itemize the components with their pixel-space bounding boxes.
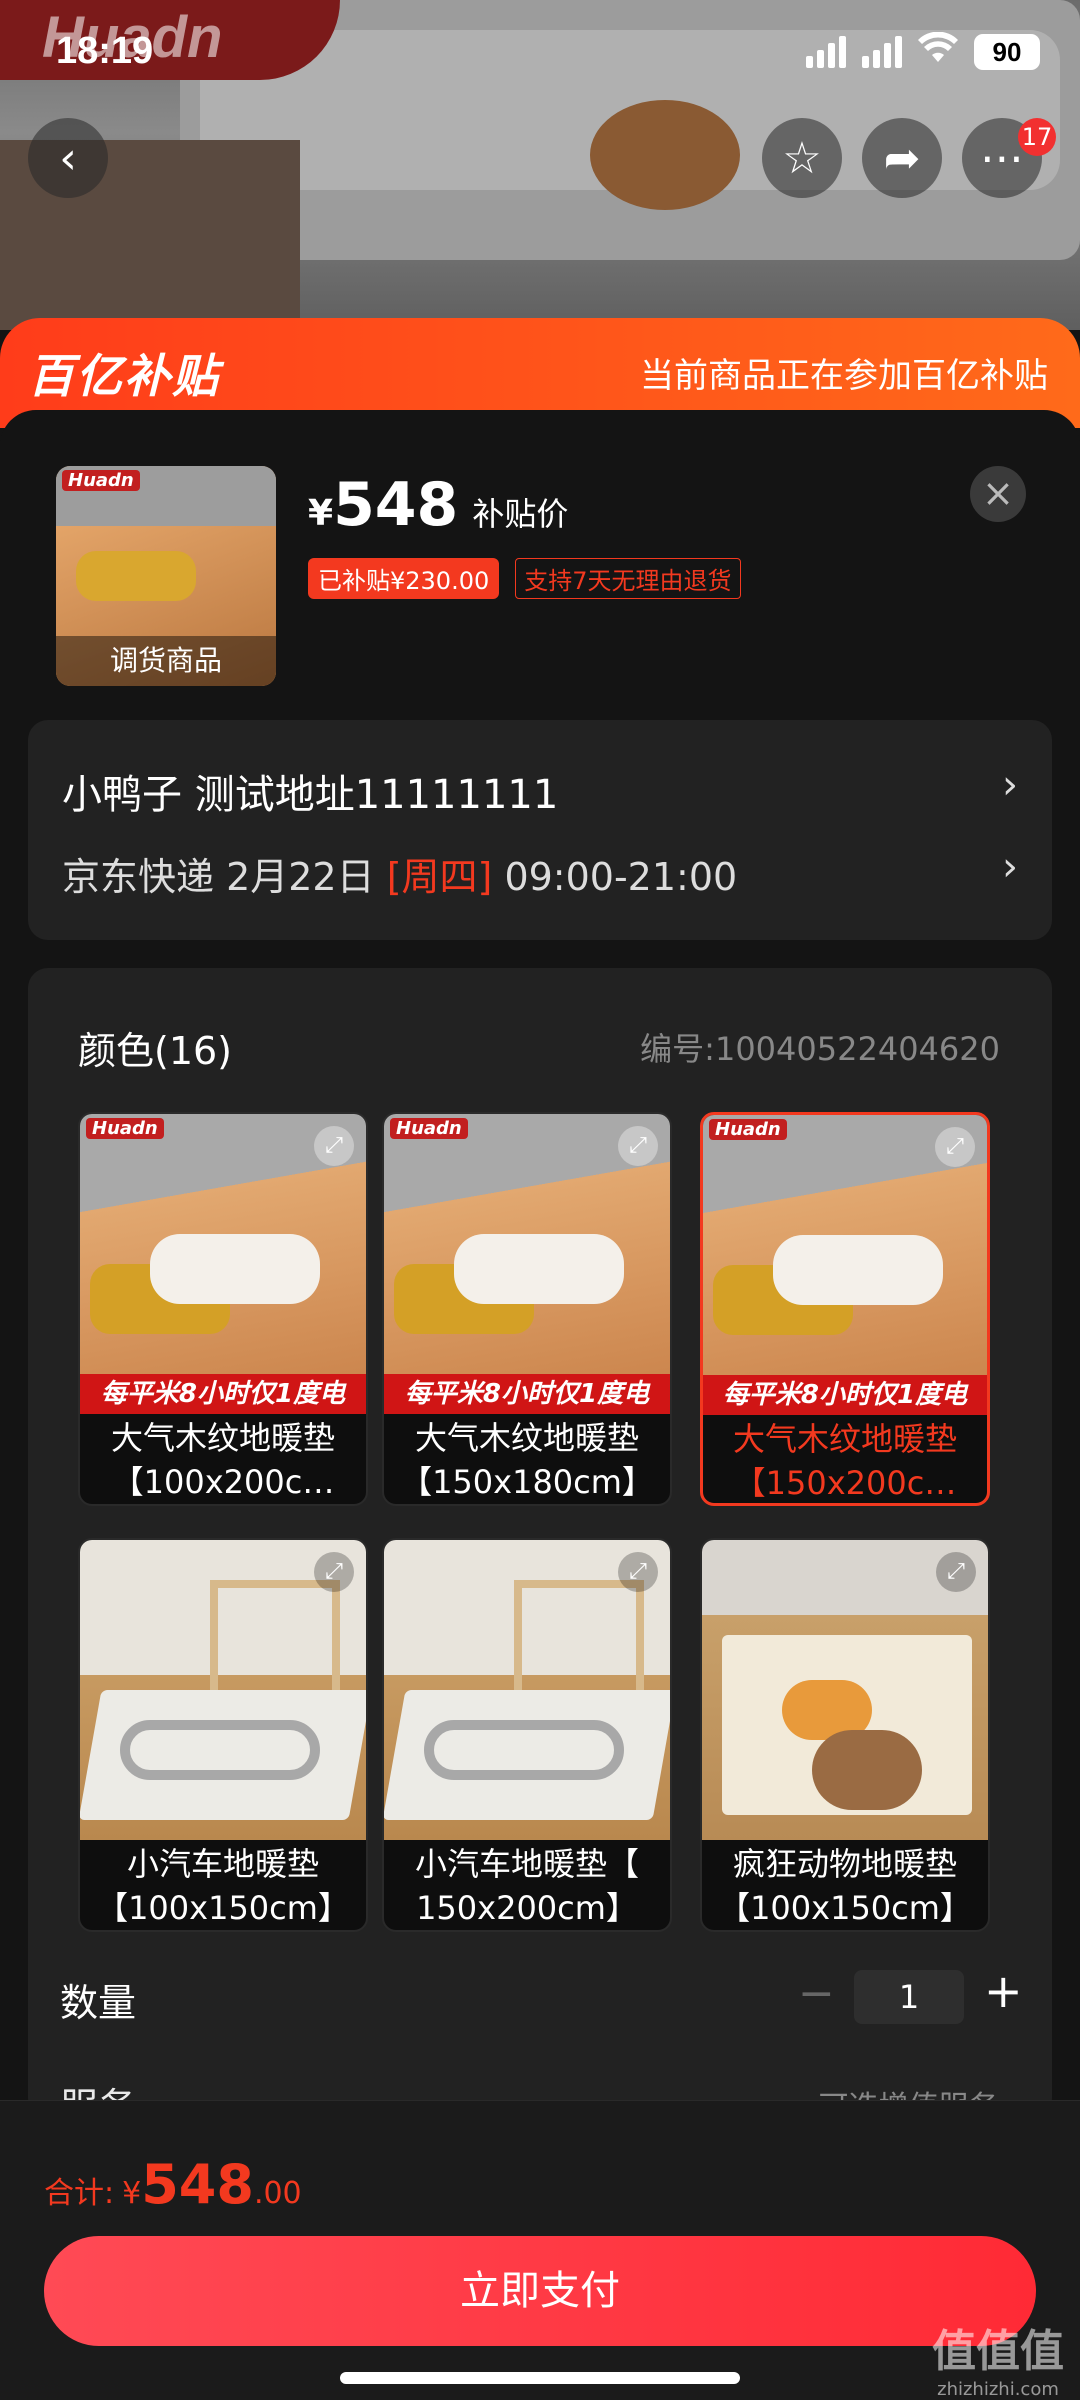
- shipping-weekday: [周四]: [386, 855, 493, 899]
- variant-caption: 大气木纹地暖垫 【150x200c…: [703, 1415, 987, 1503]
- return-policy-chip: 支持7天无理由退货: [515, 558, 741, 599]
- variant-name: 疯狂动物地暖垫: [732, 1845, 957, 1883]
- variant-tile[interactable]: ⤢ 小汽车地暖垫 【100x150cm】: [78, 1538, 368, 1932]
- variant-image: ⤢: [80, 1540, 366, 1840]
- variant-name: 大气木纹地暖垫: [732, 1420, 957, 1458]
- checkout-bar: 合计: ¥ 548 .00 立即支付: [0, 2100, 1080, 2400]
- expand-icon[interactable]: ⤢: [314, 1126, 354, 1166]
- signal-icon: [806, 36, 846, 68]
- expand-icon[interactable]: ⤢: [314, 1552, 354, 1592]
- variant-size: 【100x200c…: [111, 1463, 335, 1501]
- variant-tile[interactable]: Huadn ⤢ 每平米8小时仅1度电 大气木纹地暖垫 【100x200c…: [78, 1112, 368, 1506]
- variant-name: 小汽车地暖垫: [126, 1845, 319, 1883]
- variant-size: 【150x180cm】: [400, 1463, 654, 1501]
- variant-caption: 小汽车地暖垫 【100x150cm】: [80, 1840, 366, 1930]
- person-graphic: [454, 1234, 624, 1304]
- total-integer: 548: [141, 2153, 254, 2216]
- status-time: 18:19: [56, 30, 154, 72]
- thumb-blanket: [76, 551, 196, 601]
- close-icon[interactable]: ×: [970, 466, 1026, 522]
- watermark-en: zhizhizhi.com: [937, 2379, 1059, 2400]
- tile-brand: Huadn: [390, 1118, 468, 1139]
- variant-tile[interactable]: ⤢ 小汽车地暖垫【 150x200cm】: [382, 1538, 672, 1932]
- quantity-input[interactable]: 1: [854, 1970, 964, 2024]
- variant-size: 150x200cm】: [416, 1889, 638, 1927]
- dog-graphic: [590, 100, 740, 210]
- promo-strip: 每平米8小时仅1度电: [80, 1374, 366, 1414]
- variant-tile-selected[interactable]: Huadn ⤢ 每平米8小时仅1度电 大气木纹地暖垫 【150x200c…: [700, 1112, 990, 1506]
- thumb-brand: Huadn: [62, 470, 140, 491]
- price-tag: 补贴价: [472, 495, 569, 533]
- total-label: 合计:: [44, 2176, 115, 2211]
- pay-now-button[interactable]: 立即支付: [44, 2236, 1036, 2346]
- home-indicator[interactable]: [340, 2372, 740, 2384]
- variant-name: 大气木纹地暖垫: [414, 1419, 639, 1457]
- bear-graphic: [812, 1730, 922, 1810]
- tile-brand: Huadn: [709, 1119, 787, 1140]
- road-graphic: [424, 1720, 624, 1780]
- notification-badge: 17: [1018, 118, 1056, 156]
- tile-brand: Huadn: [86, 1118, 164, 1139]
- promo-chips: 已补贴¥230.00 支持7天无理由退货: [308, 558, 741, 599]
- expand-icon[interactable]: ⤢: [618, 1126, 658, 1166]
- person-graphic: [773, 1235, 943, 1305]
- watermark-cn: 值值值: [932, 2326, 1064, 2377]
- shipping-prefix: 京东快递 2月22日: [62, 855, 387, 899]
- sku-number: 编号:10040522404620: [640, 1030, 1000, 1068]
- variant-image: ⤢: [702, 1540, 988, 1840]
- total-decimal: .00: [253, 2176, 302, 2211]
- price-value: 548: [333, 470, 459, 540]
- site-watermark: 值值值 zhizhizhi.com: [932, 2315, 1064, 2400]
- shipping-line[interactable]: 京东快递 2月22日 [周四] 09:00-21:00: [62, 846, 737, 901]
- variant-caption: 疯狂动物地暖垫 【100x150cm】: [702, 1840, 988, 1930]
- variant-tile[interactable]: Huadn ⤢ 每平米8小时仅1度电 大气木纹地暖垫 【150x180cm】: [382, 1112, 672, 1506]
- chevron-right-icon: ›: [1002, 844, 1018, 890]
- subsidy-logo: 百亿补贴: [28, 349, 220, 403]
- address-line: 小鸭子 测试地址11111111: [62, 772, 559, 818]
- cellular-icon: [862, 36, 902, 68]
- person-graphic: [150, 1234, 320, 1304]
- total-price: 合计: ¥ 548 .00: [44, 2153, 302, 2216]
- wifi-icon: [918, 31, 958, 73]
- price-row: ¥ 548 补贴价: [308, 470, 568, 540]
- variant-size: 【150x200c…: [733, 1464, 957, 1502]
- thumb-label: 调货商品: [56, 636, 276, 686]
- expand-icon[interactable]: ⤢: [935, 1127, 975, 1167]
- promo-strip: 每平米8小时仅1度电: [703, 1375, 987, 1415]
- status-icons: 90: [806, 30, 1040, 74]
- quantity-minus-button[interactable]: −: [798, 1968, 835, 2019]
- variant-caption: 大气木纹地暖垫 【100x200c…: [80, 1414, 366, 1504]
- variant-image: Huadn ⤢ 每平米8小时仅1度电: [703, 1115, 987, 1415]
- promo-strip: 每平米8小时仅1度电: [384, 1374, 670, 1414]
- road-graphic: [120, 1720, 320, 1780]
- expand-icon[interactable]: ⤢: [936, 1552, 976, 1592]
- color-title: 颜色(16): [78, 1029, 233, 1073]
- address-card[interactable]: 小鸭子 测试地址11111111 › 京东快递 2月22日 [周四] 09:00…: [28, 720, 1052, 940]
- variant-image: Huadn ⤢ 每平米8小时仅1度电: [80, 1114, 366, 1414]
- chevron-right-icon: ›: [1002, 762, 1018, 808]
- quantity-plus-button[interactable]: +: [984, 1964, 1023, 2018]
- variant-caption: 大气木纹地暖垫 【150x180cm】: [384, 1414, 670, 1504]
- shipping-time: 09:00-21:00: [492, 855, 738, 899]
- variant-name: 大气木纹地暖垫: [110, 1419, 335, 1457]
- variant-tile[interactable]: ⤢ 疯狂动物地暖垫 【100x150cm】: [700, 1538, 990, 1932]
- back-icon[interactable]: ‹: [28, 118, 108, 198]
- expand-icon[interactable]: ⤢: [618, 1552, 658, 1592]
- quantity-label: 数量: [60, 1981, 137, 2025]
- price-symbol: ¥: [308, 493, 334, 534]
- variant-caption: 小汽车地暖垫【 150x200cm】: [384, 1840, 670, 1930]
- variant-size: 【100x150cm】: [96, 1889, 350, 1927]
- star-icon[interactable]: ☆: [762, 118, 842, 198]
- subsidy-chip: 已补贴¥230.00: [308, 558, 500, 599]
- variant-size: 【100x150cm】: [718, 1889, 972, 1927]
- variant-image: ⤢: [384, 1540, 670, 1840]
- battery-icon: 90: [974, 34, 1040, 70]
- product-thumbnail[interactable]: Huadn 调货商品: [56, 466, 276, 686]
- variant-name: 小汽车地暖垫【: [414, 1845, 639, 1883]
- subsidy-message: 当前商品正在参加百亿补贴: [640, 356, 1048, 396]
- total-symbol: ¥: [122, 2176, 142, 2211]
- variant-image: Huadn ⤢ 每平米8小时仅1度电: [384, 1114, 670, 1414]
- share-icon[interactable]: ➦: [862, 118, 942, 198]
